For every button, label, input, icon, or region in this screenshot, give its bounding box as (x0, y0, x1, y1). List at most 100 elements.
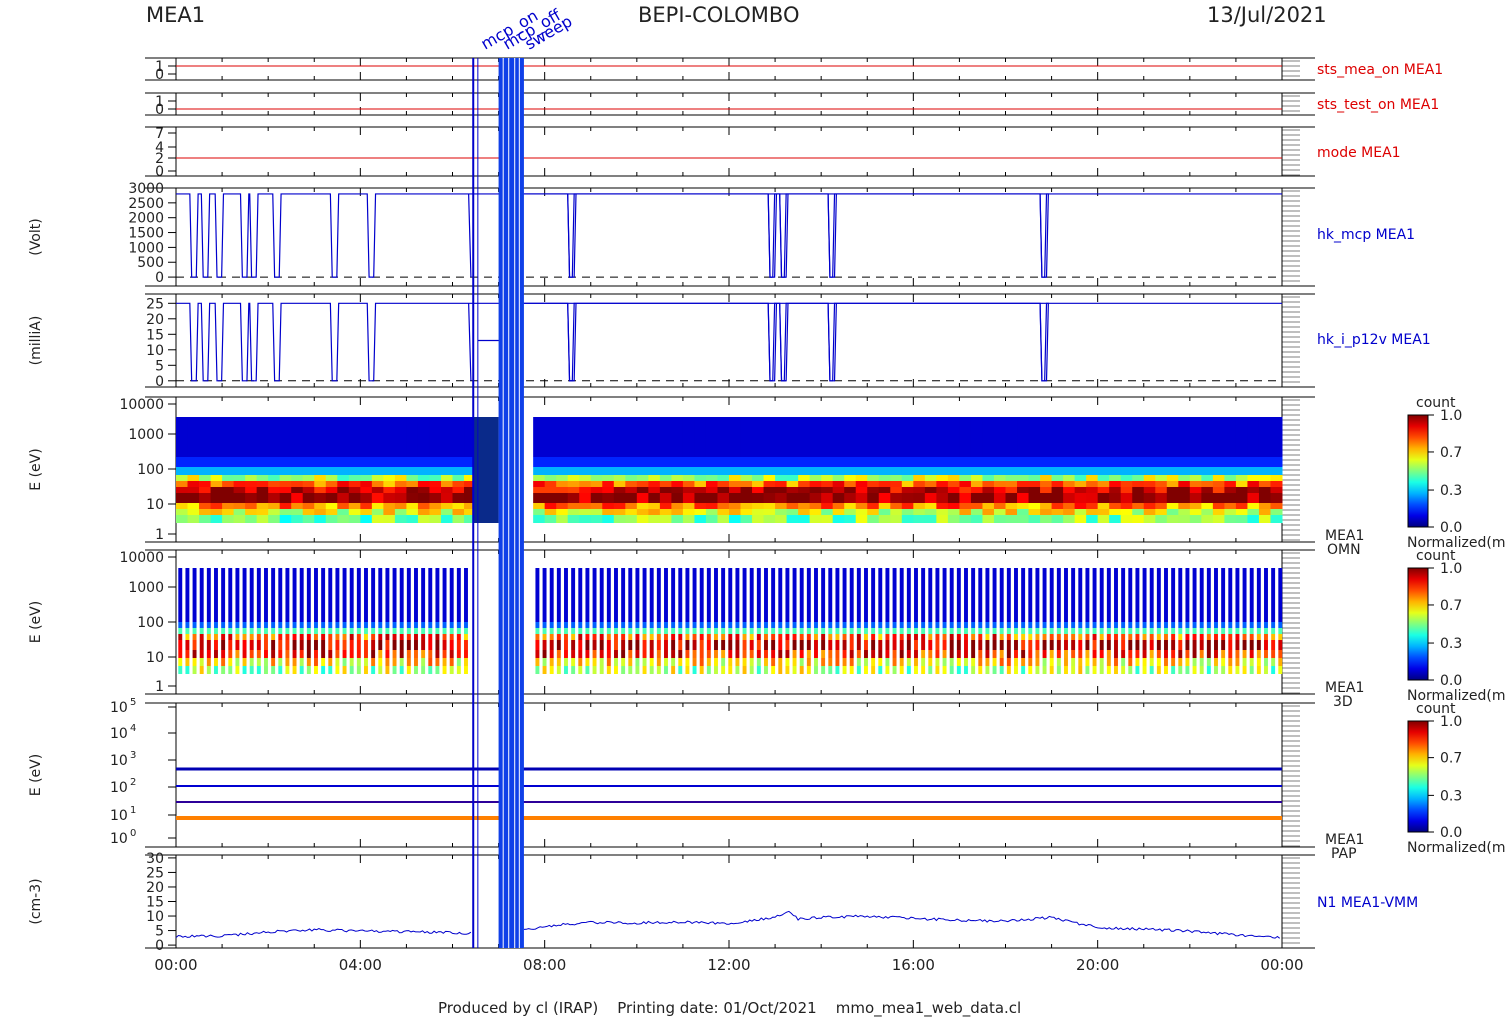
heatmap-cell (564, 622, 568, 628)
heatmap-cell (399, 640, 404, 650)
heatmap-cell (585, 628, 590, 634)
heatmap-cell (1206, 634, 1211, 640)
colorbar (1407, 414, 1429, 528)
heatmap-cell (964, 568, 968, 622)
heatmap-cell (1206, 568, 1211, 622)
heatmap-cell (192, 628, 197, 634)
heatmap-cell (775, 509, 788, 515)
heatmap-cell (571, 634, 576, 640)
heatmap-cell (878, 467, 891, 475)
colorbar (1407, 567, 1429, 681)
y-axis-label: E (eV) (28, 754, 44, 796)
heatmap-cell (694, 515, 707, 523)
heatmap-cell (659, 475, 672, 481)
heatmap-cell (249, 634, 254, 640)
heatmap-cell (664, 628, 668, 634)
heatmap-cell (625, 493, 638, 503)
y-tick-label: 1500 (128, 226, 164, 242)
heatmap-cell (694, 481, 707, 487)
heatmap-cell (942, 666, 947, 674)
heatmap-cell (342, 628, 347, 634)
heatmap-cell (449, 568, 454, 622)
heatmap-cell (992, 666, 997, 674)
heatmap-cell (242, 622, 247, 628)
heatmap-cell (249, 640, 254, 650)
heatmap-cell (1256, 666, 1261, 674)
colorbar-tick-label: 0.7 (1440, 445, 1462, 461)
heatmap-cell (924, 417, 937, 457)
heatmap-cell (292, 640, 297, 650)
heatmap-cell (728, 650, 733, 658)
heatmap-cell (959, 487, 972, 493)
y-tick-label: 1000 (128, 240, 164, 256)
heatmap-cell (1156, 628, 1161, 634)
y-tick-exp: 3 (130, 750, 136, 761)
heatmap-cell (992, 658, 997, 666)
heatmap-cell (771, 640, 776, 650)
heatmap-cell (571, 628, 576, 634)
heatmap-cell (435, 666, 440, 674)
heatmap-cell (1109, 503, 1122, 509)
heatmap-cell (1014, 666, 1018, 674)
heatmap-cell (337, 481, 350, 487)
heatmap-cell (210, 467, 223, 475)
heatmap-cell (1049, 622, 1054, 628)
heatmap-cell (364, 640, 368, 650)
heatmap-cell (740, 515, 753, 523)
x-tick-label: 00:00 (1260, 956, 1303, 974)
heatmap-cell (1005, 417, 1018, 457)
heatmap-cell (1212, 487, 1225, 493)
heatmap-cell (1270, 467, 1283, 475)
heatmap-cell (928, 634, 933, 640)
panel-label: PAP (1331, 846, 1357, 862)
y-axis-label: E (eV) (28, 601, 44, 643)
heatmap-cell (993, 487, 1006, 493)
heatmap-cell (1092, 634, 1097, 640)
heatmap-cell (913, 503, 926, 509)
heatmap-cell (567, 417, 580, 457)
heatmap-cell (399, 568, 404, 622)
heatmap-cell (1264, 634, 1268, 640)
heatmap-cell (821, 568, 826, 622)
heatmap-cell (959, 475, 972, 481)
heatmap-cell (235, 634, 240, 640)
heatmap-cell (1178, 658, 1183, 666)
heatmap-cell (714, 666, 718, 674)
y-tick-label: 15 (146, 327, 164, 343)
heatmap-cell (621, 622, 626, 628)
heatmap-cell (1006, 650, 1011, 658)
heatmap-cell (256, 475, 269, 481)
heatmap-cell (928, 640, 933, 650)
heatmap-cell (1178, 457, 1191, 467)
heatmap-cell (914, 622, 918, 628)
heatmap-cell (878, 457, 891, 467)
heatmap-cell (199, 622, 204, 628)
heatmap-cell (878, 634, 883, 640)
heatmap-cell (832, 481, 845, 487)
heatmap-cell (621, 666, 626, 674)
heatmap-cell (1235, 634, 1240, 640)
heatmap-cell (864, 658, 868, 666)
heatmap-cell (1114, 640, 1118, 650)
y-tick-label: 10 (146, 343, 164, 359)
heatmap-cell (814, 628, 818, 634)
heatmap-cell (406, 457, 419, 467)
heatmap-cell (187, 457, 200, 467)
heatmap-cell (1092, 666, 1097, 674)
heatmap-cell (671, 481, 684, 487)
heatmap-cell (942, 640, 947, 650)
heatmap-cell (335, 634, 340, 640)
heatmap-cell (299, 658, 304, 666)
heatmap-cell (828, 658, 833, 666)
heatmap-cell (1056, 666, 1061, 674)
heatmap-cell (1270, 493, 1283, 503)
heatmap-cell (291, 515, 304, 523)
heatmap-cell (1221, 658, 1226, 666)
heatmap-cell (1071, 634, 1076, 640)
heatmap-cell (613, 515, 626, 523)
heatmap-cell (1056, 568, 1061, 622)
heatmap-cell (585, 666, 590, 674)
heatmap-cell (440, 475, 453, 481)
heatmap-cell (1155, 493, 1168, 503)
heatmap-cell (233, 509, 246, 515)
